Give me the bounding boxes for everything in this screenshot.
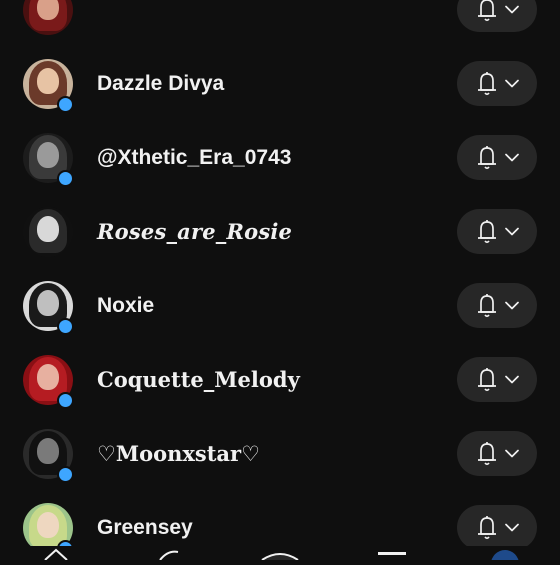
avatar-face	[37, 0, 59, 20]
channel-row[interactable]: Coquette_Melody	[0, 343, 560, 417]
notification-settings-button[interactable]	[457, 357, 537, 402]
channel-name[interactable]: Noxie	[97, 269, 154, 343]
avatar-face	[37, 512, 59, 538]
chevron-down-icon	[505, 79, 519, 88]
channel-row[interactable]: Dazzle Divya	[0, 47, 560, 121]
subscriptions-icon[interactable]	[378, 552, 406, 555]
bell-icon	[478, 72, 496, 96]
chevron-down-icon	[505, 375, 519, 384]
new-content-dot	[57, 318, 74, 335]
notification-settings-button[interactable]	[457, 61, 537, 106]
new-content-dot	[57, 170, 74, 187]
shorts-icon[interactable]	[159, 550, 179, 561]
channel-name[interactable]: Coquette_Melody	[97, 343, 300, 417]
notification-settings-button[interactable]	[457, 505, 537, 550]
avatar-face	[37, 290, 59, 316]
bell-icon	[478, 516, 496, 540]
channel-row[interactable]: @Xthetic_Era_0743	[0, 121, 560, 195]
channel-avatar[interactable]	[23, 207, 73, 257]
avatar-face	[37, 68, 59, 94]
notification-settings-button[interactable]	[457, 0, 537, 32]
bell-icon	[478, 294, 496, 318]
home-icon[interactable]	[44, 548, 68, 561]
bell-icon	[478, 368, 496, 392]
bottom-nav	[0, 546, 560, 565]
channel-name[interactable]: Roses_are_Rosie	[97, 195, 292, 269]
notification-settings-button[interactable]	[457, 431, 537, 476]
avatar-face	[37, 364, 59, 390]
new-content-dot	[57, 96, 74, 113]
bell-icon	[478, 220, 496, 244]
chevron-down-icon	[505, 449, 519, 458]
channel-row[interactable]: Roses_are_Rosie	[0, 195, 560, 269]
channel-name[interactable]: ♡Moonxstar♡	[97, 417, 260, 491]
bell-icon	[478, 442, 496, 466]
chevron-down-icon	[505, 523, 519, 532]
avatar-face	[37, 438, 59, 464]
channel-avatar[interactable]	[23, 0, 73, 35]
bell-icon	[478, 0, 496, 22]
bell-icon	[478, 146, 496, 170]
bottom-nav-icons	[44, 548, 519, 565]
channel-name[interactable]: @Xthetic_Era_0743	[97, 121, 291, 195]
new-content-dot	[57, 466, 74, 483]
chevron-down-icon	[505, 227, 519, 236]
chevron-down-icon	[505, 153, 519, 162]
channel-row[interactable]: Noxie	[0, 269, 560, 343]
notification-settings-button[interactable]	[457, 283, 537, 328]
notification-settings-button[interactable]	[457, 135, 537, 180]
channel-row[interactable]: ♡Moonxstar♡	[0, 417, 560, 491]
notification-settings-button[interactable]	[457, 209, 537, 254]
chevron-down-icon	[505, 5, 519, 14]
avatar-face	[37, 142, 59, 168]
channel-name[interactable]: Dazzle Divya	[97, 47, 224, 121]
avatar-face	[37, 216, 59, 242]
you-icon[interactable]	[491, 550, 519, 565]
new-content-dot	[57, 392, 74, 409]
channel-row[interactable]	[0, 0, 560, 47]
create-icon[interactable]	[261, 553, 299, 561]
chevron-down-icon	[505, 301, 519, 310]
